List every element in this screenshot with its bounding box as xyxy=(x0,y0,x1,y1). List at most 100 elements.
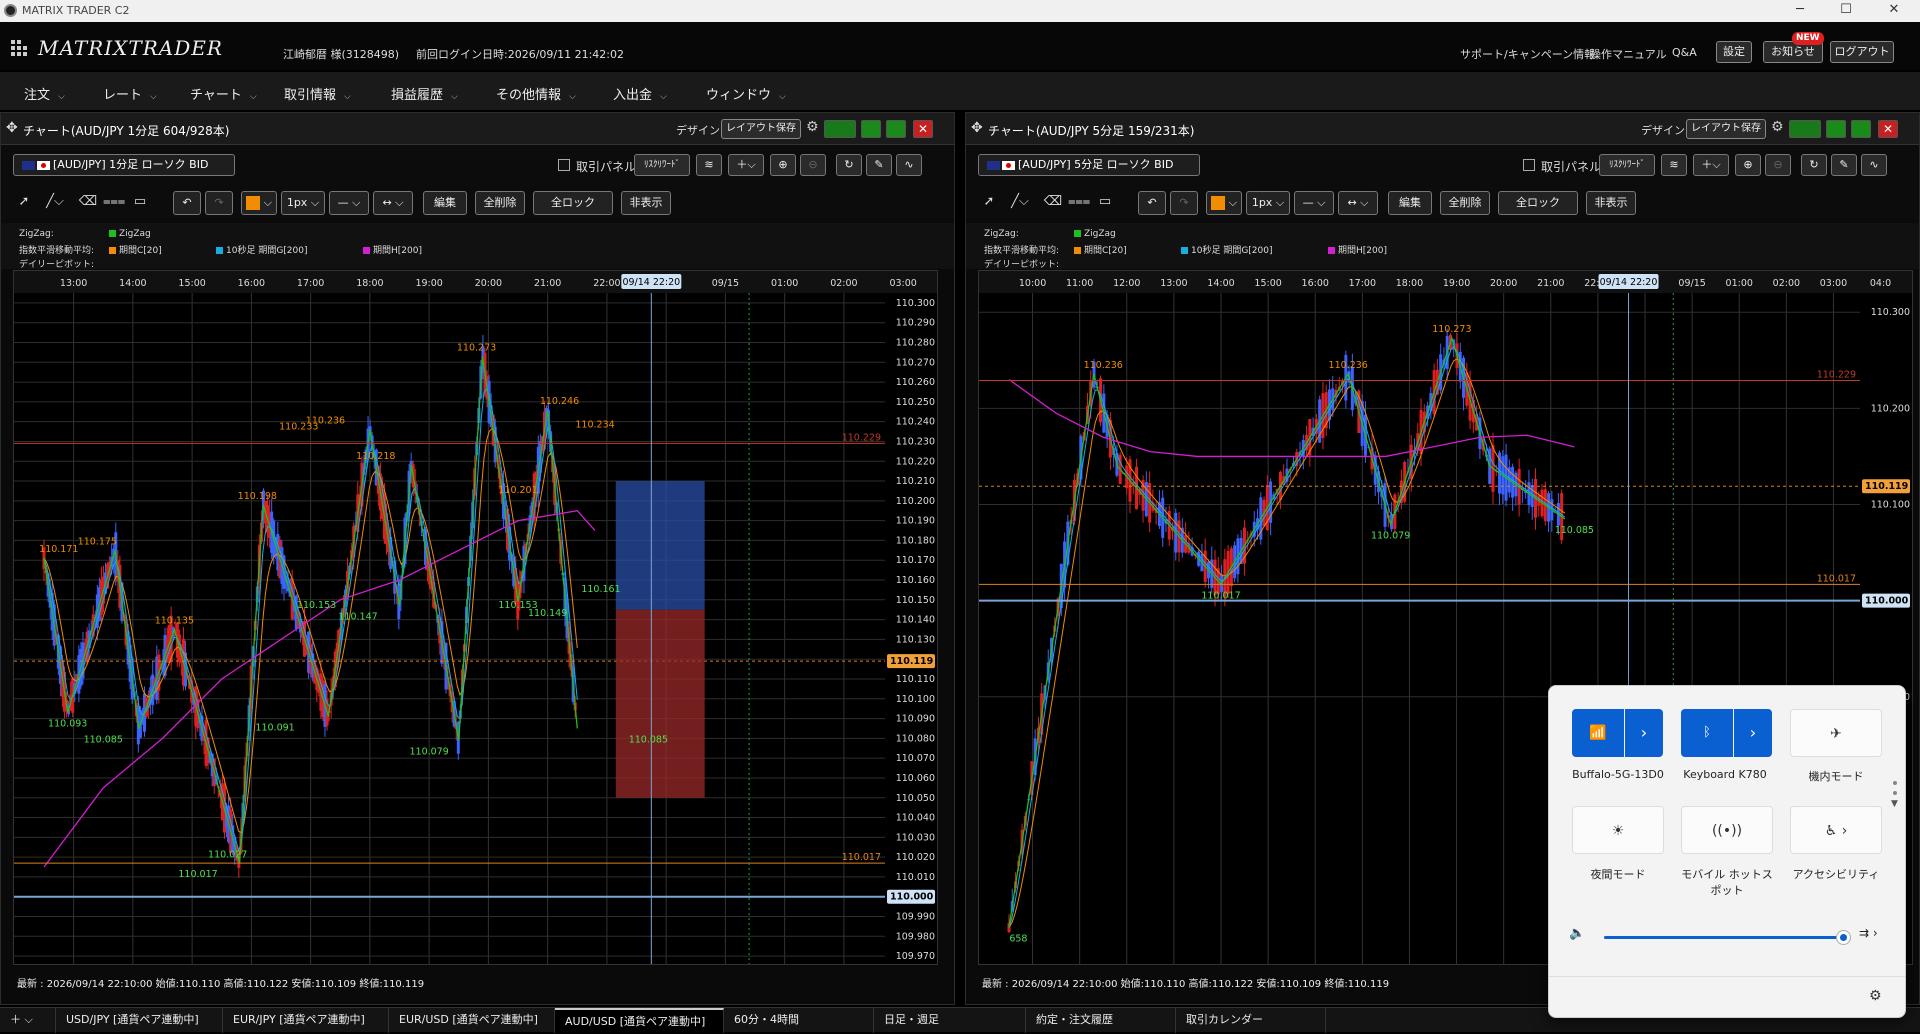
tab-usdjpy[interactable]: USD/JPY [通貨ペア連動中] xyxy=(56,1008,223,1033)
settings-button[interactable]: 設定 xyxy=(1716,41,1752,63)
trade-panel-checkbox[interactable] xyxy=(558,159,570,171)
maximize-button[interactable]: ☐ xyxy=(1826,2,1866,17)
linewidth-select[interactable]: 1px ⌵ xyxy=(1246,191,1290,215)
speaker-icon[interactable]: 🔈 xyxy=(1569,926,1585,941)
pen-icon[interactable]: ✎ xyxy=(1831,154,1857,176)
menu-chart[interactable]: チャート ⌵ xyxy=(190,84,257,103)
fib-icon[interactable]: ⩶ xyxy=(103,191,125,213)
page-down-icon[interactable]: ▼ xyxy=(1891,799,1898,809)
edit-button[interactable]: 編集 xyxy=(423,191,467,215)
arrow-style-select[interactable]: ↔ ⌵ xyxy=(373,191,413,215)
linestyle-select[interactable]: — ⌵ xyxy=(329,191,369,215)
window-layout-icon[interactable] xyxy=(824,120,856,138)
fib-icon[interactable]: ⩶ xyxy=(1068,191,1090,213)
lock-all-button[interactable]: 全ロック xyxy=(1498,191,1578,215)
delete-all-button[interactable]: 全削除 xyxy=(475,191,525,215)
cursor-icon[interactable]: ➚ xyxy=(13,191,35,213)
hotspot-toggle[interactable]: ((•)) xyxy=(1681,806,1773,854)
gear-icon[interactable]: ⚙ xyxy=(806,119,819,135)
tab-60min-4h[interactable]: 60分・4時間 xyxy=(724,1008,874,1033)
close-window-button[interactable]: ✕ xyxy=(1874,2,1914,17)
qa-link[interactable]: Q&A xyxy=(1672,46,1697,59)
undo-icon[interactable]: ↶ xyxy=(1138,191,1166,215)
risk-reward-button[interactable]: ﾘｽｸﾘﾜｰﾄﾞ xyxy=(634,154,690,176)
redo-icon[interactable]: ↷ xyxy=(1170,191,1198,215)
menu-other-info[interactable]: その他情報 ⌵ xyxy=(496,84,576,103)
close-panel-icon[interactable]: ✕ xyxy=(1878,120,1898,138)
linestyle-select[interactable]: — ⌵ xyxy=(1294,191,1334,215)
rect-tool-icon[interactable]: ▭ xyxy=(129,191,151,213)
line-tool-icon[interactable]: ╱⌵ xyxy=(1004,191,1036,213)
tab-execution-history[interactable]: 約定・注文履歴 xyxy=(1026,1008,1176,1033)
volume-slider[interactable] xyxy=(1604,931,1850,944)
refresh-icon[interactable]: ↻ xyxy=(836,154,862,176)
design-label[interactable]: デザイン xyxy=(676,122,720,138)
indicator-icon[interactable]: ≋ xyxy=(696,154,722,176)
minimize-panel-icon[interactable] xyxy=(861,120,881,138)
add-tab-button[interactable]: ＋ ⌵ xyxy=(0,1008,56,1033)
tab-audusd[interactable]: AUD/USD [通貨ペア連動中] xyxy=(555,1008,724,1033)
rect-tool-icon[interactable]: ▭ xyxy=(1094,191,1116,213)
gear-icon[interactable]: ⚙ xyxy=(1869,988,1882,1004)
support-link[interactable]: サポート/キャンペーン情報 xyxy=(1460,46,1595,62)
redo-icon[interactable]: ↷ xyxy=(205,191,233,215)
logout-button[interactable]: ログアウト xyxy=(1830,41,1894,63)
move-icon[interactable]: ✥ xyxy=(971,120,983,136)
risk-reward-button[interactable]: ﾘｽｸﾘﾜｰﾄﾞ xyxy=(1599,154,1655,176)
hide-button[interactable]: 非表示 xyxy=(621,191,671,215)
wave-icon[interactable]: ∿ xyxy=(896,154,922,176)
color-select[interactable]: ⌵ xyxy=(1206,191,1242,215)
zoom-in-icon[interactable]: ⊕ xyxy=(1735,154,1761,176)
minimize-panel-icon[interactable] xyxy=(1826,120,1846,138)
tab-eurusd[interactable]: EUR/USD [通貨ペア連動中] xyxy=(389,1008,555,1033)
trade-panel-checkbox[interactable] xyxy=(1523,159,1535,171)
minimize-button[interactable]: ─ xyxy=(1780,2,1820,17)
crosshair-icon[interactable]: ＋⌵ xyxy=(728,154,764,176)
airplane-toggle[interactable]: ✈ xyxy=(1790,709,1882,757)
symbol-select[interactable]: [AUD/JPY] 5分足 ローソク BID xyxy=(978,154,1201,176)
tab-eurjpy[interactable]: EUR/JPY [通貨ペア連動中] xyxy=(223,1008,389,1033)
tab-daily-weekly[interactable]: 日足・週足 xyxy=(874,1008,1026,1033)
menu-deposit[interactable]: 入出金 ⌵ xyxy=(613,84,667,103)
tab-trade-calendar[interactable]: 取引カレンダー xyxy=(1176,1008,1326,1033)
edit-button[interactable]: 編集 xyxy=(1388,191,1432,215)
cursor-icon[interactable]: ➚ xyxy=(978,191,1000,213)
audio-output-icon[interactable]: ⇉ › xyxy=(1859,926,1878,940)
menu-trade-info[interactable]: 取引情報 ⌵ xyxy=(284,84,351,103)
menu-order[interactable]: 注文 ⌵ xyxy=(24,84,65,103)
symbol-select[interactable]: [AUD/JPY] 1分足 ローソク BID xyxy=(13,154,236,176)
manual-link[interactable]: 操作マニュアル xyxy=(1590,46,1667,62)
accessibility-toggle[interactable]: ♿ › xyxy=(1790,806,1882,854)
menu-rate[interactable]: レート ⌵ xyxy=(103,84,157,103)
pen-icon[interactable]: ✎ xyxy=(866,154,892,176)
night-light-toggle[interactable]: ☀ xyxy=(1572,806,1664,854)
zoom-out-icon[interactable]: ⊖ xyxy=(1765,154,1791,176)
layout-save-button[interactable]: レイアウト保存 xyxy=(1686,119,1766,139)
bluetooth-toggle[interactable]: ᛒ xyxy=(1681,709,1733,757)
color-select[interactable]: ⌵ xyxy=(241,191,277,215)
lock-all-button[interactable]: 全ロック xyxy=(533,191,613,215)
design-label[interactable]: デザイン xyxy=(1641,122,1685,138)
maximize-panel-icon[interactable] xyxy=(886,120,906,138)
arrow-style-select[interactable]: ↔ ⌵ xyxy=(1338,191,1378,215)
volume-knob[interactable] xyxy=(1837,931,1850,944)
delete-all-button[interactable]: 全削除 xyxy=(1440,191,1490,215)
menu-window[interactable]: ウィンドウ ⌵ xyxy=(706,84,786,103)
bluetooth-expand-button[interactable]: › xyxy=(1734,709,1772,757)
move-icon[interactable]: ✥ xyxy=(6,120,18,136)
wifi-expand-button[interactable]: › xyxy=(1625,709,1663,757)
maximize-panel-icon[interactable] xyxy=(1851,120,1871,138)
window-layout-icon[interactable] xyxy=(1789,120,1821,138)
menu-pnl-history[interactable]: 損益履歴 ⌵ xyxy=(391,84,458,103)
gear-icon[interactable]: ⚙ xyxy=(1771,119,1784,135)
crosshair-icon[interactable]: ＋⌵ xyxy=(1693,154,1729,176)
close-panel-icon[interactable]: ✕ xyxy=(913,120,933,138)
eraser-icon[interactable]: ⌫ xyxy=(1042,191,1064,213)
wave-icon[interactable]: ∿ xyxy=(1861,154,1887,176)
zoom-in-icon[interactable]: ⊕ xyxy=(770,154,796,176)
hide-button[interactable]: 非表示 xyxy=(1586,191,1636,215)
linewidth-select[interactable]: 1px ⌵ xyxy=(281,191,325,215)
refresh-icon[interactable]: ↻ xyxy=(1801,154,1827,176)
line-tool-icon[interactable]: ╱⌵ xyxy=(39,191,71,213)
wifi-toggle[interactable]: 📶 xyxy=(1572,709,1624,757)
